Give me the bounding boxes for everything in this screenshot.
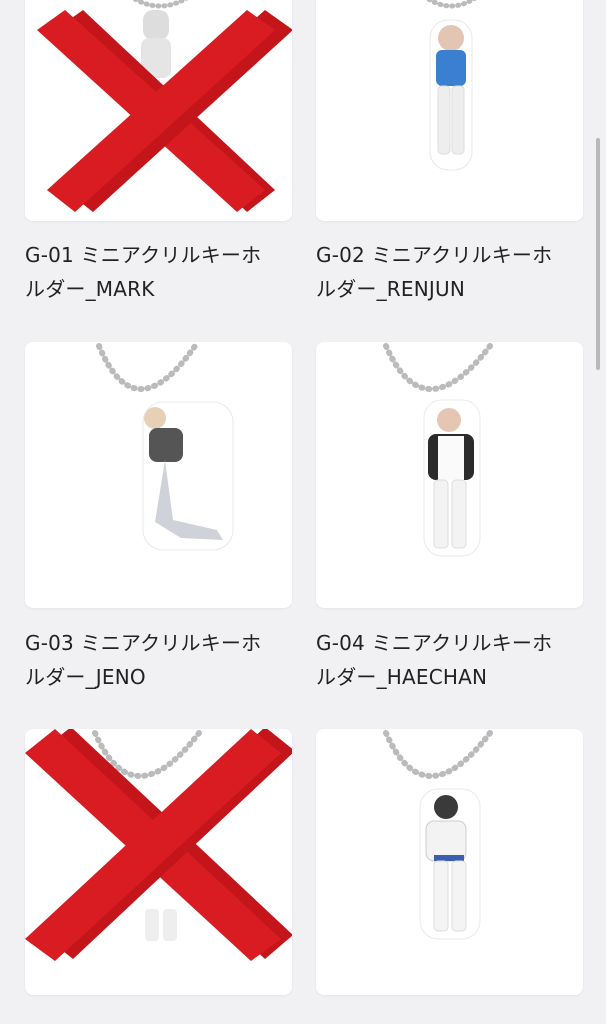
keychain-image <box>425 0 477 171</box>
keychain-image <box>37 0 292 212</box>
product-grid: G-01 ミニアクリルキーホ ルダー_MARK G-02 ミニアクリルキーホ ル… <box>0 0 606 1024</box>
product-title-g02[interactable]: G-02 ミニアクリルキーホ ルダー_RENJUN <box>316 238 586 306</box>
keychain-image <box>25 729 292 961</box>
scrollbar[interactable] <box>596 138 600 370</box>
product-card-g06[interactable] <box>316 729 583 995</box>
product-card-g04[interactable] <box>316 342 583 608</box>
product-card-g03[interactable] <box>25 342 292 608</box>
keychain-image <box>96 343 234 551</box>
product-title-g04[interactable]: G-04 ミニアクリルキーホ ルダー_HAECHAN <box>316 626 586 694</box>
keychain-image <box>383 343 493 557</box>
product-title-g01[interactable]: G-01 ミニアクリルキーホ ルダー_MARK <box>25 238 295 306</box>
keychain-image <box>383 730 493 940</box>
product-card-g05[interactable] <box>25 729 292 995</box>
product-title-g03[interactable]: G-03 ミニアクリルキーホ ルダー_JENO <box>25 626 295 694</box>
product-card-g02[interactable] <box>316 0 583 221</box>
product-card-g01[interactable] <box>25 0 292 221</box>
